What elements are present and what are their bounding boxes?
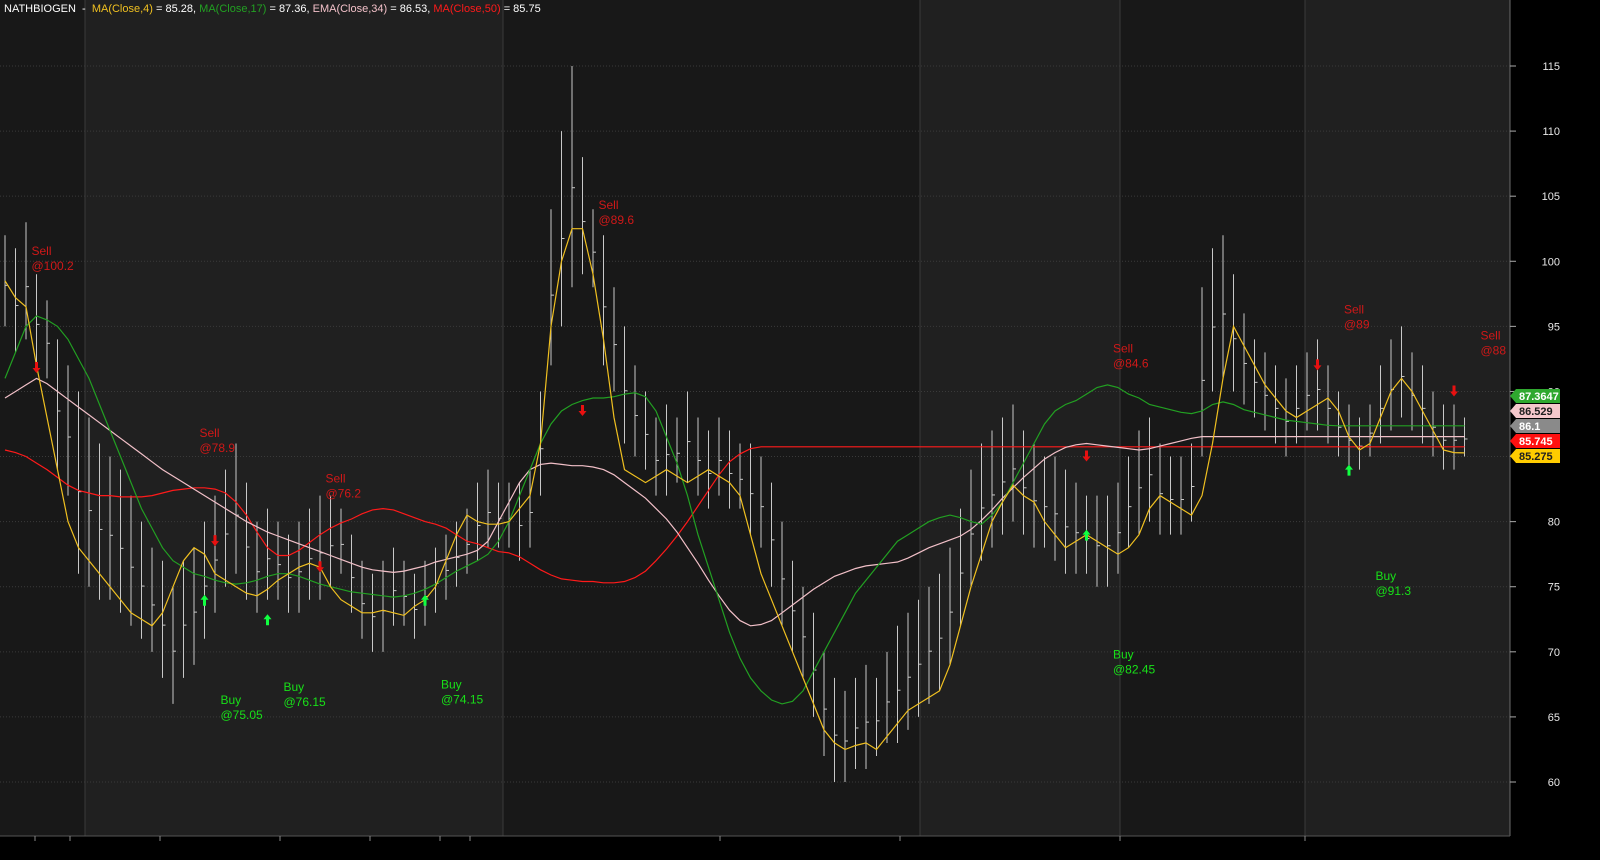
signal-price: @76.2 — [326, 487, 362, 501]
signal-price: @84.6 — [1113, 356, 1149, 370]
price-tag: 86.529 — [1510, 404, 1560, 418]
signal-label: Sell — [32, 244, 52, 258]
price-tag: 86.1 — [1510, 419, 1560, 433]
signal-label: Buy — [284, 680, 305, 694]
last-value-tags: 87.3647 86.529 86.1 85.745 85.275 — [1510, 389, 1560, 463]
indicator-value: = 85.28 — [153, 3, 193, 15]
y-tick-label: 95 — [1548, 321, 1560, 333]
signal-label: Sell — [1481, 328, 1501, 342]
y-tick-label: 65 — [1548, 712, 1560, 724]
price-tag-label: 85.275 — [1519, 451, 1553, 463]
signal-price: @91.3 — [1376, 584, 1412, 598]
indicator-name: MA(Close,50) — [433, 3, 500, 15]
y-tick-label: 70 — [1548, 647, 1560, 659]
x-axis-background — [0, 836, 1510, 855]
signal-label: Sell — [1344, 302, 1364, 316]
signal-label: Sell — [200, 426, 220, 440]
x-axis-strip — [0, 835, 1510, 855]
indicator-value: = 85.75 — [501, 3, 541, 15]
time-band — [1305, 0, 1510, 836]
signal-price: @78.9 — [200, 441, 236, 455]
price-tag-label: 87.3647 — [1519, 391, 1559, 403]
signal-price: @89.6 — [599, 213, 635, 227]
y-tick-label: 115 — [1542, 61, 1560, 73]
y-tick-label: 100 — [1542, 256, 1560, 268]
indicator-name: MA(Close,17) — [199, 3, 266, 15]
indicator-value: = 86.53 — [387, 3, 427, 15]
indicator-name: MA(Close,4) — [92, 3, 153, 15]
signal-price: @75.05 — [221, 708, 264, 722]
price-tag: 85.275 — [1510, 449, 1560, 463]
chart-canvas[interactable]: 6065707580859095100105110115 Sell@100.2S… — [0, 0, 1600, 855]
indicator-name: EMA(Close,34) — [313, 3, 388, 15]
y-tick-label: 80 — [1548, 517, 1560, 529]
price-tag: 85.745 — [1510, 434, 1560, 448]
signal-price: @74.15 — [441, 692, 484, 706]
y-tick-label: 110 — [1542, 126, 1560, 138]
signal-label: Buy — [441, 677, 462, 691]
price-tag-label: 86.1 — [1519, 421, 1540, 433]
signal-label: Sell — [326, 472, 346, 486]
price-tag-label: 85.745 — [1519, 436, 1553, 448]
y-tick-label: 60 — [1548, 777, 1560, 789]
header-separator: - — [79, 3, 89, 15]
y-tick-label: 75 — [1548, 582, 1560, 594]
symbol-name: NATHBIOGEN — [4, 3, 76, 15]
signal-price: @100.2 — [32, 259, 75, 273]
signal-label: Buy — [221, 693, 242, 707]
time-band — [85, 0, 503, 836]
signal-label: Sell — [1113, 341, 1133, 355]
chart-header: NATHBIOGEN - MA(Close,4) = 85.28, MA(Clo… — [4, 3, 541, 15]
signal-label: Sell — [599, 198, 619, 212]
price-tag-label: 86.529 — [1519, 406, 1553, 418]
stock-chart[interactable]: 6065707580859095100105110115 Sell@100.2S… — [0, 0, 1600, 855]
time-band — [920, 0, 1120, 836]
signal-price: @82.45 — [1113, 662, 1156, 676]
signal-price: @88 — [1481, 343, 1507, 357]
signal-label: Buy — [1113, 647, 1134, 661]
signal-price: @76.15 — [284, 695, 327, 709]
signal-label: Buy — [1376, 569, 1397, 583]
signal-price: @89 — [1344, 317, 1370, 331]
indicator-value: = 87.36 — [266, 3, 306, 15]
price-tag: 87.3647 — [1510, 389, 1560, 403]
y-tick-label: 105 — [1542, 191, 1560, 203]
